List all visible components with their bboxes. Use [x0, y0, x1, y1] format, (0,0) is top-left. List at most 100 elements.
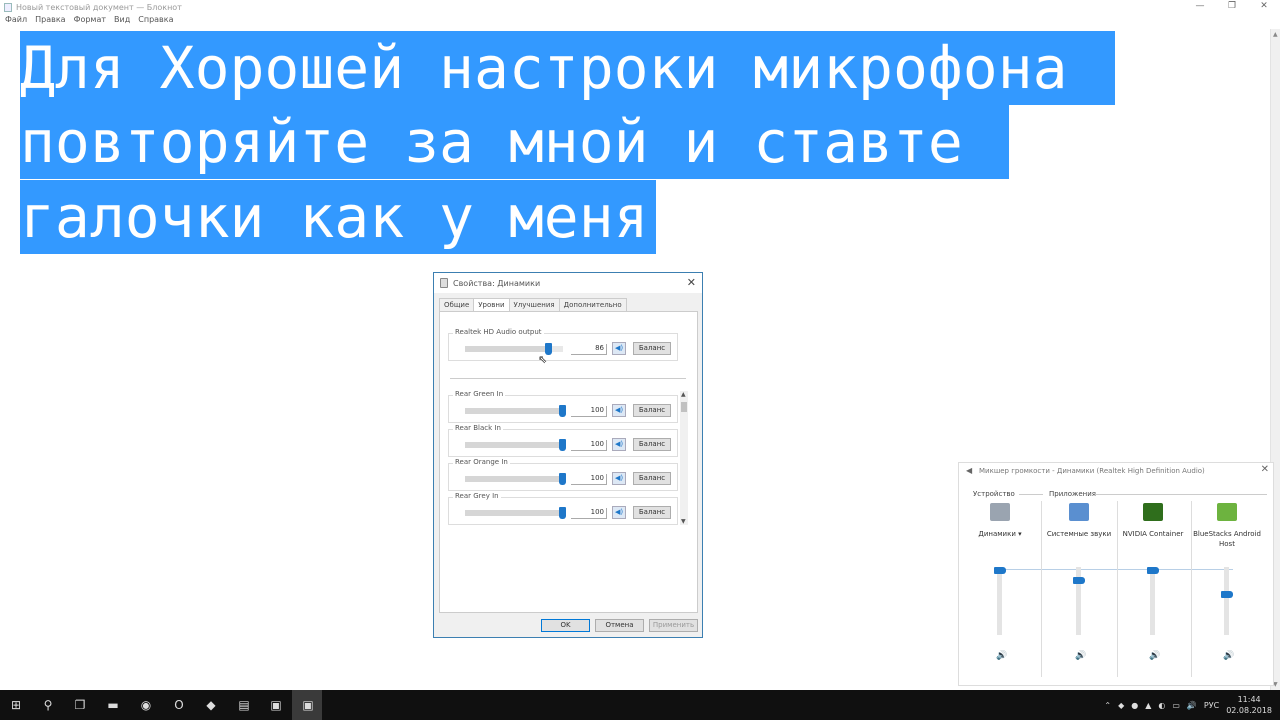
menu-edit[interactable]: Правка [35, 15, 65, 28]
close-button[interactable]: ✕ [1248, 0, 1280, 15]
menu-format[interactable]: Формат [74, 15, 106, 28]
input-slider[interactable] [465, 476, 563, 482]
app-mute-icon[interactable]: 🔊 [1075, 651, 1086, 661]
opera-icon[interactable]: O [171, 697, 187, 713]
app-label: BlueStacks Android Host [1193, 530, 1261, 548]
input-slider[interactable] [465, 408, 563, 414]
input-slider-thumb[interactable] [559, 405, 566, 417]
clock[interactable]: 11:44 02.08.2018 [1226, 694, 1272, 716]
task-view-icon[interactable]: ❐ [72, 697, 88, 713]
selected-text-line-3[interactable]: галочки как у меня [20, 180, 656, 254]
maximize-button[interactable]: ❐ [1216, 0, 1248, 15]
main-balance-button[interactable]: Баланс [633, 342, 671, 355]
start-icon[interactable]: ⊞ [8, 697, 24, 713]
device-dropdown[interactable]: Динамики ▾ [963, 529, 1037, 539]
input-slider[interactable] [465, 442, 563, 448]
app-volume-thumb[interactable] [1221, 590, 1233, 598]
mixer-column-bluestacks: BlueStacks Android Host 🔊 [1190, 501, 1264, 686]
notepad-title: Новый текстовый документ — Блокнот [16, 3, 182, 12]
minimize-button[interactable]: — [1184, 0, 1216, 15]
input-mute-button[interactable]: ◀) [612, 472, 626, 485]
tab-general[interactable]: Общие [439, 298, 475, 311]
tray-overflow-icon[interactable]: ⌃ [1104, 701, 1111, 710]
mixer-title: Микшер громкости - Динамики (Realtek Hig… [979, 467, 1205, 475]
mixer-titlebar[interactable]: ◀ Микшер громкости - Динамики (Realtek H… [959, 463, 1273, 479]
input-value[interactable]: 100 [571, 440, 607, 451]
speaker-icon [440, 278, 448, 288]
cancel-button[interactable]: Отмена [595, 619, 644, 632]
mouse-cursor-icon: ⇖ [538, 353, 548, 366]
tab-levels[interactable]: Уровни [473, 298, 510, 312]
notepad-titlebar[interactable]: Новый текстовый документ — Блокнот — ❐ ✕ [0, 0, 1280, 15]
input-group-rear-green: Rear Green In 100 ◀) Баланс [448, 390, 678, 423]
input-mute-button[interactable]: ◀) [612, 404, 626, 417]
menu-help[interactable]: Справка [138, 15, 173, 28]
input-mute-button[interactable]: ◀) [612, 506, 626, 519]
tray-app-icon[interactable]: ● [1131, 701, 1138, 710]
input-slider-thumb[interactable] [559, 507, 566, 519]
ok-button[interactable]: OK [541, 619, 590, 632]
chrome-icon[interactable]: ◉ [138, 697, 154, 713]
mixer-close-button[interactable]: ✕ [1261, 464, 1269, 475]
clock-time: 11:44 [1237, 695, 1261, 704]
input-balance-button[interactable]: Баланс [633, 404, 671, 417]
input-value[interactable]: 100 [571, 406, 607, 417]
system-sounds-icon[interactable] [1069, 503, 1089, 521]
input-balance-button[interactable]: Баланс [633, 506, 671, 519]
mixer-icon[interactable]: ▣ [300, 697, 316, 713]
notepad-icon[interactable]: ▤ [236, 697, 252, 713]
speaker-device-icon[interactable] [990, 503, 1010, 521]
inputs-scrollbar[interactable]: ▲ ▼ [680, 391, 688, 525]
app-label: Системные звуки [1046, 530, 1112, 538]
device-mute-icon[interactable]: 🔊 [996, 651, 1007, 661]
scroll-down-icon[interactable]: ▼ [681, 518, 686, 525]
tray-app-icon[interactable]: ◐ [1158, 701, 1165, 710]
input-slider-thumb[interactable] [559, 439, 566, 451]
input-balance-button[interactable]: Баланс [633, 472, 671, 485]
app-mute-icon[interactable]: 🔊 [1223, 651, 1234, 661]
input-balance-button[interactable]: Баланс [633, 438, 671, 451]
app-volume-slider[interactable] [1224, 567, 1229, 635]
volume-icon: ◀) [614, 406, 624, 414]
scroll-up-icon[interactable]: ▲ [681, 391, 686, 398]
speaker-props-icon[interactable]: ▣ [268, 697, 284, 713]
nvidia-icon[interactable] [1143, 503, 1163, 521]
input-value[interactable]: 100 [571, 508, 607, 519]
scrollbar-thumb[interactable] [681, 402, 687, 412]
tab-advanced[interactable]: Дополнительно [558, 298, 627, 311]
device-volume-slider[interactable] [997, 567, 1002, 635]
app-volume-slider[interactable] [1150, 567, 1155, 635]
search-icon[interactable]: ⚲ [40, 697, 56, 713]
menu-view[interactable]: Вид [114, 15, 130, 28]
dialog-close-button[interactable]: ✕ [687, 276, 696, 289]
device-volume-thumb[interactable] [994, 567, 1006, 574]
bluestacks-icon[interactable]: ◆ [203, 697, 219, 713]
bluestacks-icon[interactable] [1217, 503, 1237, 521]
app-volume-thumb[interactable] [1147, 567, 1159, 574]
main-output-value[interactable]: 86 [571, 344, 607, 355]
tray-nvidia-icon[interactable]: ◆ [1118, 701, 1124, 710]
menu-file[interactable]: Файл [5, 15, 27, 28]
language-indicator[interactable]: РУС [1204, 701, 1219, 710]
applications-header: Приложения [1049, 490, 1096, 498]
input-slider-thumb[interactable] [559, 473, 566, 485]
tray-network-icon[interactable]: ▭ [1172, 701, 1180, 710]
apply-button[interactable]: Применить [649, 619, 698, 632]
app-volume-thumb[interactable] [1073, 577, 1085, 585]
tray-app-icon[interactable]: ▲ [1145, 701, 1151, 710]
explorer-icon[interactable]: ▬ [105, 697, 121, 713]
volume-icon: ◀) [614, 440, 624, 448]
input-value[interactable]: 100 [571, 474, 607, 485]
scroll-up-icon[interactable]: ▲ [1273, 31, 1278, 38]
dialog-titlebar[interactable]: Свойства: Динамики ✕ [434, 273, 702, 293]
selected-text-line-1[interactable]: Для Хорошей настроки микрофона [20, 31, 1115, 105]
mixer-column-system-sounds: Системные звуки 🔊 [1042, 501, 1116, 686]
tray-volume-icon[interactable]: 🔊 [1187, 701, 1197, 710]
input-slider[interactable] [465, 510, 563, 516]
selected-text-line-2[interactable]: повторяйте за мной и ставте [20, 105, 1009, 179]
tab-enhancements[interactable]: Улучшения [508, 298, 560, 311]
main-mute-button[interactable]: ◀) [612, 342, 626, 355]
device-label: Динамики [978, 530, 1016, 538]
input-mute-button[interactable]: ◀) [612, 438, 626, 451]
app-mute-icon[interactable]: 🔊 [1149, 651, 1160, 661]
